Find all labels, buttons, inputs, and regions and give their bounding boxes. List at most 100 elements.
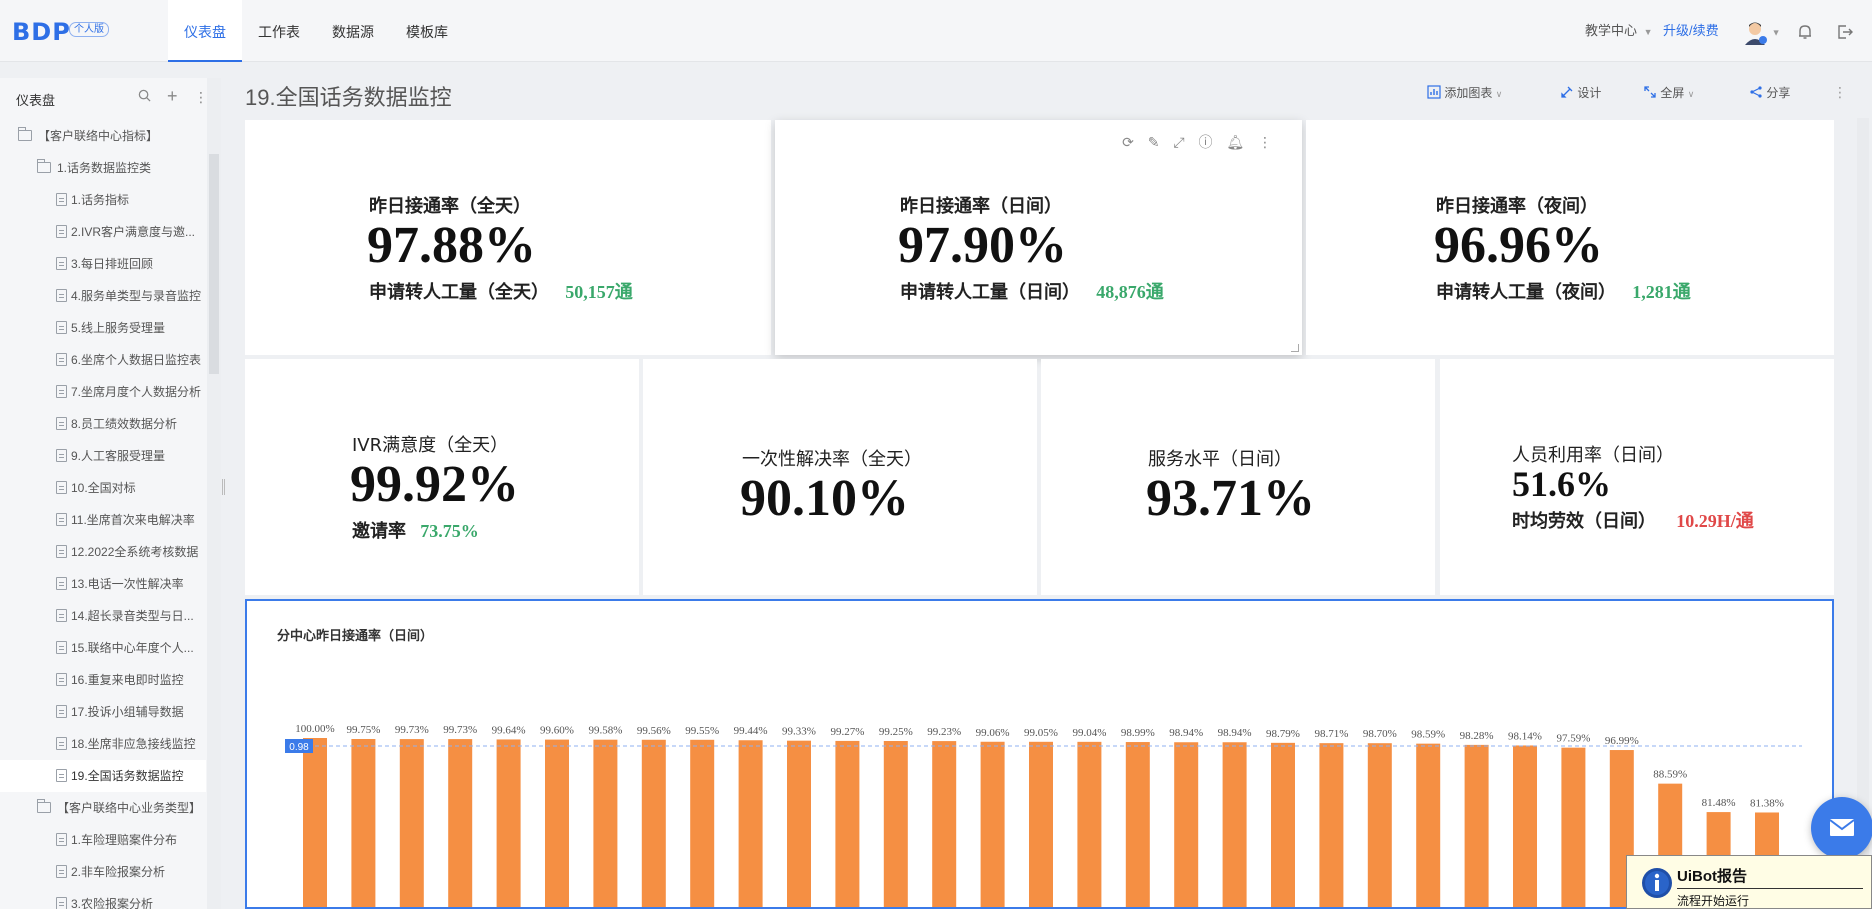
bar[interactable] <box>641 739 666 907</box>
bar[interactable] <box>1513 745 1537 907</box>
sidebar-item[interactable]: 14.超长录音类型与日... <box>0 600 206 632</box>
sidebar-item[interactable]: 12.2022全系统考核数据 <box>0 536 206 568</box>
sidebar-item[interactable]: 17.投诉小组辅导数据 <box>0 696 206 728</box>
more-icon[interactable]: ⋮ <box>1258 134 1272 150</box>
sidebar-item[interactable]: 18.坐席非应急接线监控 <box>0 728 206 760</box>
sidebar-item[interactable]: 11.坐席首次来电解决率 <box>0 504 206 536</box>
sidebar-item[interactable]: 9.人工客服受理量 <box>0 440 206 472</box>
bar-data-label: 99.27% <box>830 726 864 738</box>
sidebar-item[interactable]: 1.车险理赔案件分布 <box>0 824 206 856</box>
tab-worksheet[interactable]: 工作表 <box>248 0 310 62</box>
sidebar-scroll-thumb[interactable] <box>209 154 219 374</box>
bar[interactable] <box>1319 743 1344 907</box>
bar[interactable] <box>1416 743 1441 907</box>
sidebar-item[interactable]: 16.重复来电即时监控 <box>0 664 206 696</box>
bell-icon[interactable] <box>1797 24 1813 40</box>
bar[interactable] <box>1464 744 1489 907</box>
sidebar-item-label: 3.每日排班回顾 <box>71 257 154 271</box>
kpi-card-daytime[interactable]: ⟳ ✎ ⤢ ⓘ 🔔︎ ⋮ 昨日接通率（日间） 97.90% 申请转人工量（日间）… <box>775 120 1302 355</box>
refresh-icon[interactable]: ⟳ <box>1122 134 1134 150</box>
bar[interactable] <box>545 739 569 907</box>
sidebar-item[interactable]: 4.服务单类型与录音监控 <box>0 280 206 312</box>
bar[interactable] <box>351 739 376 907</box>
bar[interactable] <box>980 741 1005 907</box>
message-button[interactable] <box>1811 797 1872 859</box>
sidebar-item[interactable]: 15.联络中心年度个人... <box>0 632 206 664</box>
sidebar-folder[interactable]: 【客户联络中心业务类型】 <box>0 792 206 824</box>
sidebar-item[interactable]: 2.IVR客户满意度与邀... <box>0 216 206 248</box>
bar[interactable] <box>1222 742 1247 907</box>
bar[interactable] <box>1174 742 1199 907</box>
sidebar-item[interactable]: 8.员工绩效数据分析 <box>0 408 206 440</box>
bar[interactable] <box>1029 741 1053 907</box>
kpi-sub: 申请转人工量（夜间） 1,281通 <box>1436 278 1691 304</box>
sidebar-item[interactable]: 2.非车险报案分析 <box>0 856 206 888</box>
document-icon <box>56 289 67 302</box>
resize-handle[interactable] <box>1291 344 1299 352</box>
sidebar-item[interactable]: 13.电话一次性解决率 <box>0 568 206 600</box>
sidebar-item[interactable]: 10.全国对标 <box>0 472 206 504</box>
bar[interactable] <box>883 741 908 907</box>
kpi-card-ivr-satisfaction[interactable]: IVR满意度（全天） 99.92% 邀请率 73.75% <box>245 359 639 595</box>
bar[interactable] <box>690 739 715 907</box>
sidebar-scrollbar[interactable] <box>207 78 221 909</box>
edit-icon[interactable]: ✎ <box>1148 134 1160 150</box>
bar[interactable] <box>835 740 860 907</box>
expand-icon[interactable]: ⤢ <box>1173 134 1184 150</box>
sidebar-item[interactable]: 19.全国话务数据监控 <box>0 760 206 792</box>
bar[interactable] <box>1077 741 1102 907</box>
bar[interactable] <box>496 739 521 907</box>
logout-icon[interactable] <box>1837 24 1853 40</box>
kpi-card-first-resolution[interactable]: 一次性解决率（全天） 90.10% <box>643 359 1037 595</box>
bar[interactable] <box>1271 742 1295 907</box>
kpi-label: 昨日接通率（夜间） <box>1436 196 1598 217</box>
bar[interactable] <box>932 741 957 907</box>
bar[interactable] <box>1367 743 1392 907</box>
bar[interactable] <box>738 740 763 907</box>
tab-template-library[interactable]: 模板库 <box>396 0 458 62</box>
bar[interactable] <box>1125 742 1150 907</box>
add-chart-button[interactable]: 添加图表 ∨ <box>1427 84 1502 101</box>
kpi-card-all-day[interactable]: 昨日接通率（全天） 97.88% 申请转人工量（全天） 50,157通 <box>245 120 771 355</box>
sidebar-item[interactable]: 1.话务指标 <box>0 184 206 216</box>
sidebar-item[interactable]: 6.坐席个人数据日监控表 <box>0 344 206 376</box>
sidebar-item[interactable]: 7.坐席月度个人数据分析 <box>0 376 206 408</box>
bar[interactable] <box>448 739 473 907</box>
sidebar-folder[interactable]: 1.话务数据监控类 <box>0 152 206 184</box>
share-button[interactable]: 分享 <box>1749 84 1790 101</box>
upgrade-link[interactable]: 升级/续费 <box>1663 0 1719 62</box>
bdp-logo[interactable]: BDP <box>12 18 71 46</box>
more-icon[interactable]: ⋮ <box>1833 84 1847 101</box>
tab-datasource[interactable]: 数据源 <box>322 0 384 62</box>
bell-icon[interactable]: 🔔︎ <box>1226 134 1244 150</box>
fullscreen-button[interactable]: 全屏 ∨ <box>1643 84 1694 101</box>
share-icon <box>1750 86 1762 98</box>
sidebar-item[interactable]: 3.农险报案分析 <box>0 888 206 909</box>
main-scrollbar[interactable] <box>1857 118 1869 909</box>
sidebar-tools: + ⋮ <box>126 86 208 107</box>
user-menu[interactable]: ▼ <box>1742 19 1781 45</box>
info-icon[interactable]: ⓘ <box>1198 134 1212 150</box>
bar[interactable] <box>399 739 424 907</box>
fullscreen-label: 全屏 <box>1660 86 1685 100</box>
bar[interactable] <box>1561 747 1586 907</box>
tab-dashboard[interactable]: 仪表盘 <box>168 0 242 62</box>
add-icon[interactable]: + <box>167 86 178 106</box>
kpi-card-service-level[interactable]: 服务水平（日间） 93.71% <box>1041 359 1435 595</box>
bar-chart-card[interactable]: 分中心昨日接通率（日间） 100.00% 99.75% 99.73% 99.73% 99… <box>245 599 1834 909</box>
sidebar-item-label: 7.坐席月度个人数据分析 <box>71 385 202 399</box>
kpi-card-utilization[interactable]: 人员利用率（日间） 51.6% 时均劳效（日间） 10.29H/通 <box>1440 359 1834 595</box>
more-icon[interactable]: ⋮ <box>194 89 208 105</box>
teaching-center-menu[interactable]: 教学中心 ▼ <box>1585 0 1653 62</box>
sidebar-item[interactable]: 5.线上服务受理量 <box>0 312 206 344</box>
bar[interactable] <box>787 740 811 907</box>
kpi-card-night[interactable]: 昨日接通率（夜间） 96.96% 申请转人工量（夜间） 1,281通 <box>1306 120 1834 355</box>
bar[interactable] <box>303 738 327 907</box>
sidebar-folder[interactable]: 【客户联络中心指标】 <box>0 120 206 152</box>
sidebar-item[interactable]: 3.每日排班回顾 <box>0 248 206 280</box>
collapse-handle[interactable] <box>222 479 225 495</box>
uibot-notification[interactable]: UiBot报告 流程开始运行 <box>1626 855 1872 909</box>
search-icon[interactable] <box>138 89 155 106</box>
bar[interactable] <box>593 739 618 907</box>
design-button[interactable]: 设计 <box>1560 84 1601 101</box>
